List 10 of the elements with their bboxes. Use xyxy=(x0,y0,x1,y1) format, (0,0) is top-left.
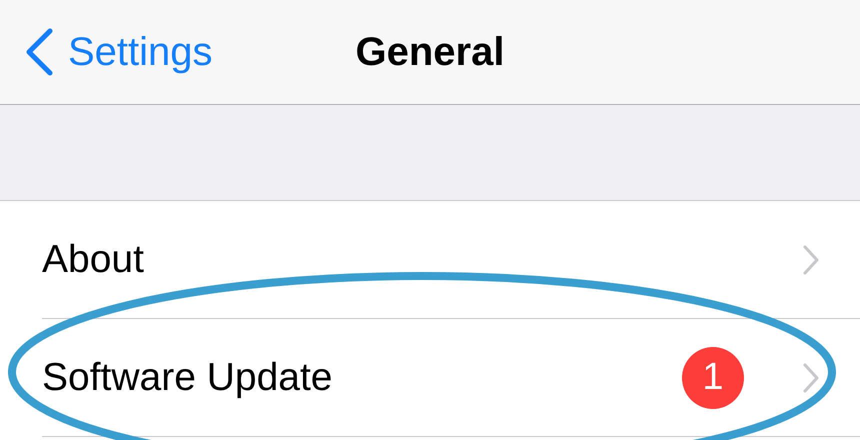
row-label: About xyxy=(42,238,145,282)
notification-badge: 1 xyxy=(682,346,744,408)
settings-row[interactable]: Software Update 1 xyxy=(42,319,860,437)
back-button[interactable]: Settings xyxy=(0,28,213,76)
back-chevron-icon xyxy=(24,28,54,76)
settings-row[interactable]: About xyxy=(42,201,860,319)
chevron-icon xyxy=(802,244,820,276)
row-label: Software Update xyxy=(42,356,334,400)
screen-title: General xyxy=(356,30,504,74)
chevron-icon xyxy=(802,362,820,394)
